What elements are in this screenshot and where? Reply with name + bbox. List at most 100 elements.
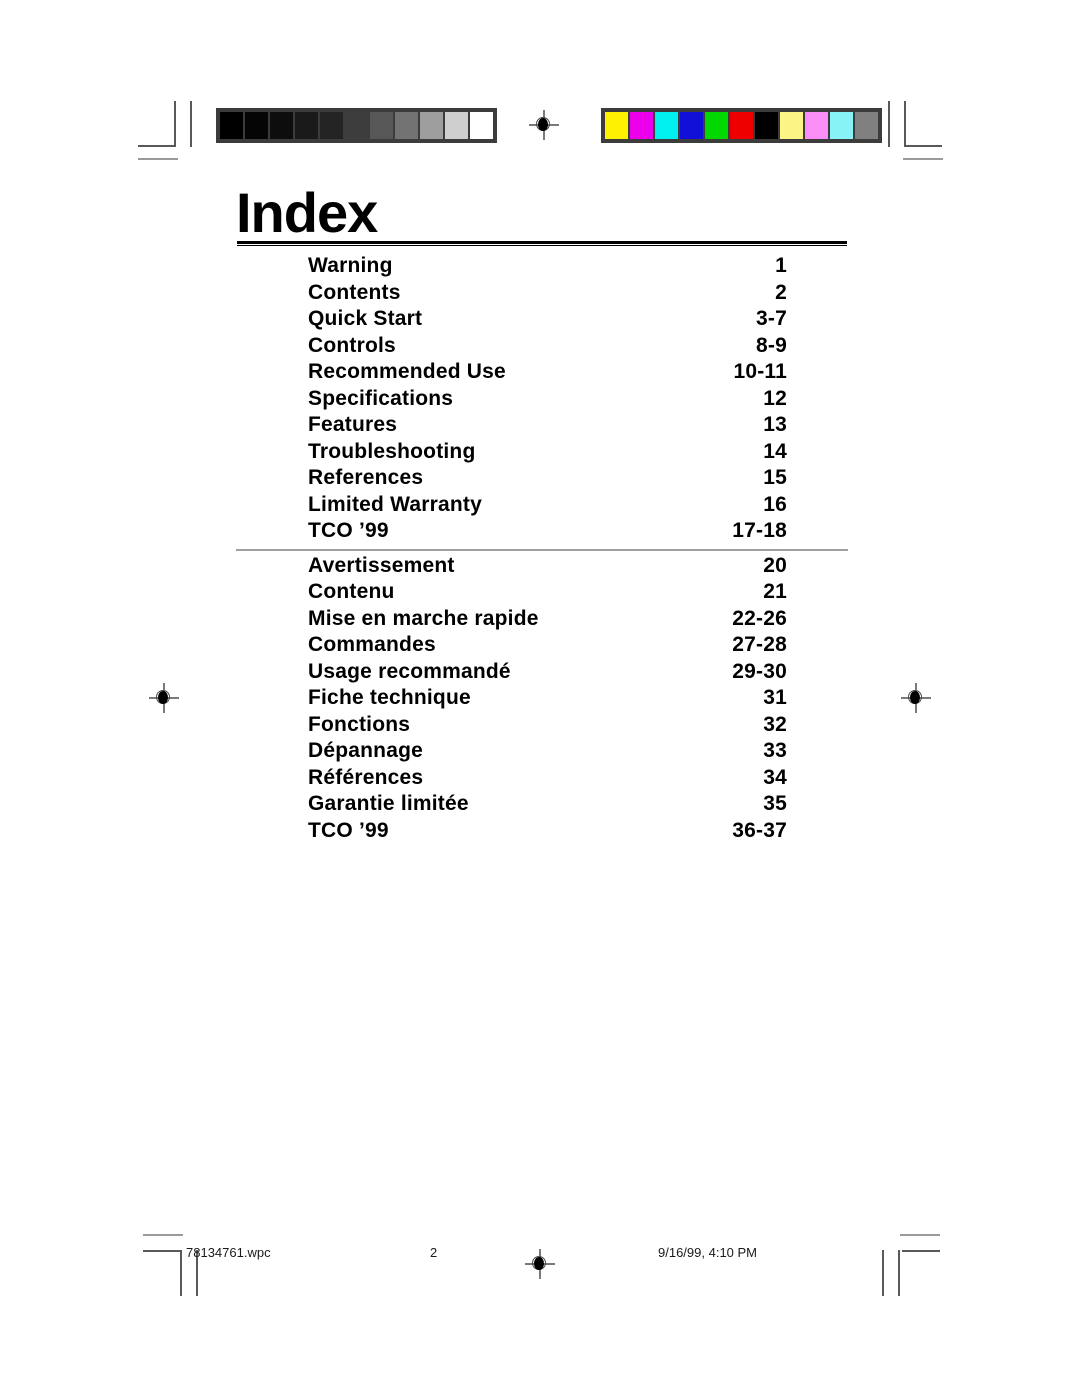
index-row[interactable]: Fiche technique 31 [236, 686, 848, 713]
color-calibration-bar [601, 108, 882, 143]
index-entry-pages: 16 [763, 492, 787, 516]
grayscale-swatch-7 [395, 112, 418, 139]
index-row[interactable]: Limited Warranty 16 [236, 493, 848, 520]
color-swatch-2 [655, 112, 678, 139]
crop-mark-top-left-bleed [138, 158, 178, 160]
color-swatch-6 [755, 112, 778, 139]
registration-dot [910, 691, 920, 704]
index-entry-pages: 33 [763, 739, 787, 762]
color-swatch-1 [630, 112, 653, 139]
index-row[interactable]: Contenu 21 [236, 580, 848, 607]
index-row[interactable]: Usage recommandé 29-30 [236, 660, 848, 687]
index-entry-pages: 13 [763, 413, 787, 436]
index-entry-pages: 31 [763, 686, 787, 709]
grayscale-swatch-8 [420, 112, 443, 139]
index-row[interactable]: Fonctions 32 [236, 713, 848, 740]
index-entry-pages: 3-7 [756, 307, 787, 330]
index-row[interactable]: References 15 [236, 466, 848, 493]
registration-mark-left-middle [149, 683, 179, 713]
index-row[interactable]: Warning 1 [236, 254, 848, 281]
color-swatch-3 [680, 112, 703, 139]
color-swatch-5 [730, 112, 753, 139]
index-entry-label: Quick Start [308, 307, 423, 330]
grayscale-swatch-9 [445, 112, 468, 139]
index-row[interactable]: Commandes 27-28 [236, 633, 848, 660]
index-entry-pages: 29-30 [732, 659, 787, 683]
registration-dot [158, 691, 168, 704]
crop-mark-top-right-horizontal [904, 145, 942, 147]
index-entry-label: References [308, 466, 424, 489]
index-entry-label: Limited Warranty [308, 492, 482, 516]
index-section-divider [236, 548, 848, 551]
index-entry-pages: 10-11 [733, 360, 787, 383]
grayscale-swatch-3 [295, 112, 318, 139]
grayscale-swatch-0 [220, 112, 243, 139]
index-list: Warning 1 Contents 2 Quick Start 3-7 Controls 8… [236, 254, 848, 845]
color-swatch-10 [855, 112, 878, 139]
color-swatch-0 [605, 112, 628, 139]
index-row[interactable]: Avertissement 20 [236, 554, 848, 581]
index-entry-label: Fonctions [308, 712, 411, 736]
index-entry-pages: 8-9 [756, 333, 787, 357]
index-entry-pages: 27-28 [732, 633, 787, 656]
index-entry-label: Avertissement [308, 553, 455, 577]
grayscale-swatch-10 [470, 112, 493, 139]
title-underline-rule [237, 241, 847, 244]
registration-mark-right-middle [901, 683, 931, 713]
index-row[interactable]: Quick Start 3-7 [236, 307, 848, 334]
index-entry-pages: 1 [775, 254, 787, 277]
index-entry-pages: 12 [763, 386, 787, 410]
index-entry-label: Mise en marche rapide [308, 606, 539, 630]
grayscale-calibration-bar [216, 108, 497, 143]
grayscale-swatch-1 [245, 112, 268, 139]
page-title: Index [236, 181, 378, 244]
index-entry-label: Usage recommandé [308, 659, 511, 683]
grayscale-swatch-2 [270, 112, 293, 139]
index-entry-pages: 36-37 [732, 818, 787, 842]
index-entry-label: Controls [308, 333, 396, 357]
index-entry-label: Garantie limitée [308, 792, 469, 815]
index-row[interactable]: Specifications 12 [236, 387, 848, 414]
index-row[interactable]: Références 34 [236, 766, 848, 793]
index-row[interactable]: TCO ’99 36-37 [236, 819, 848, 846]
grayscale-swatch-4 [320, 112, 343, 139]
index-entry-label: Contents [308, 280, 401, 304]
index-entry-label: TCO ’99 [308, 818, 389, 842]
index-entry-pages: 20 [763, 553, 787, 577]
index-row[interactable]: Garantie limitée 35 [236, 792, 848, 819]
footer-page-number: 2 [430, 1245, 438, 1260]
index-entry-pages: 22-26 [732, 606, 787, 630]
registration-mark-top-center [529, 110, 559, 140]
title-underline-hairline [237, 245, 847, 246]
color-swatch-9 [830, 112, 853, 139]
footer-timestamp: 9/16/99, 4:10 PM [658, 1245, 758, 1260]
index-entry-pages: 17-18 [732, 519, 787, 542]
crop-mark-bottom-right-bleed [900, 1234, 940, 1236]
index-entry-label: Contenu [308, 580, 395, 603]
crop-mark-top-left-vertical [174, 101, 176, 147]
index-entry-pages: 21 [763, 580, 787, 603]
index-entry-pages: 34 [763, 765, 787, 789]
crop-mark-top-right-inner-rule [888, 101, 890, 147]
index-row[interactable]: Recommended Use 10-11 [236, 360, 848, 387]
color-swatch-8 [805, 112, 828, 139]
index-row[interactable]: Contents 2 [236, 281, 848, 308]
index-row[interactable]: Mise en marche rapide 22-26 [236, 607, 848, 634]
index-row[interactable]: Features 13 [236, 413, 848, 440]
crop-mark-top-right-vertical [904, 101, 906, 147]
crop-mark-top-left-inner-rule [190, 101, 192, 147]
index-entry-pages: 14 [763, 439, 787, 463]
index-row[interactable]: Controls 8-9 [236, 334, 848, 361]
index-entry-label: Troubleshooting [308, 439, 476, 463]
crop-mark-bottom-left-bleed [143, 1234, 183, 1236]
registration-dot [538, 118, 548, 131]
crop-mark-top-left-horizontal [138, 145, 176, 147]
index-row[interactable]: TCO ’99 17-18 [236, 519, 848, 546]
index-entry-pages: 15 [763, 466, 787, 489]
index-entry-label: Warning [308, 254, 393, 277]
index-row[interactable]: Dépannage 33 [236, 739, 848, 766]
index-entry-label: Fiche technique [308, 686, 471, 709]
color-swatch-7 [780, 112, 803, 139]
index-row[interactable]: Troubleshooting 14 [236, 440, 848, 467]
crop-mark-top-right-bleed [903, 158, 943, 160]
